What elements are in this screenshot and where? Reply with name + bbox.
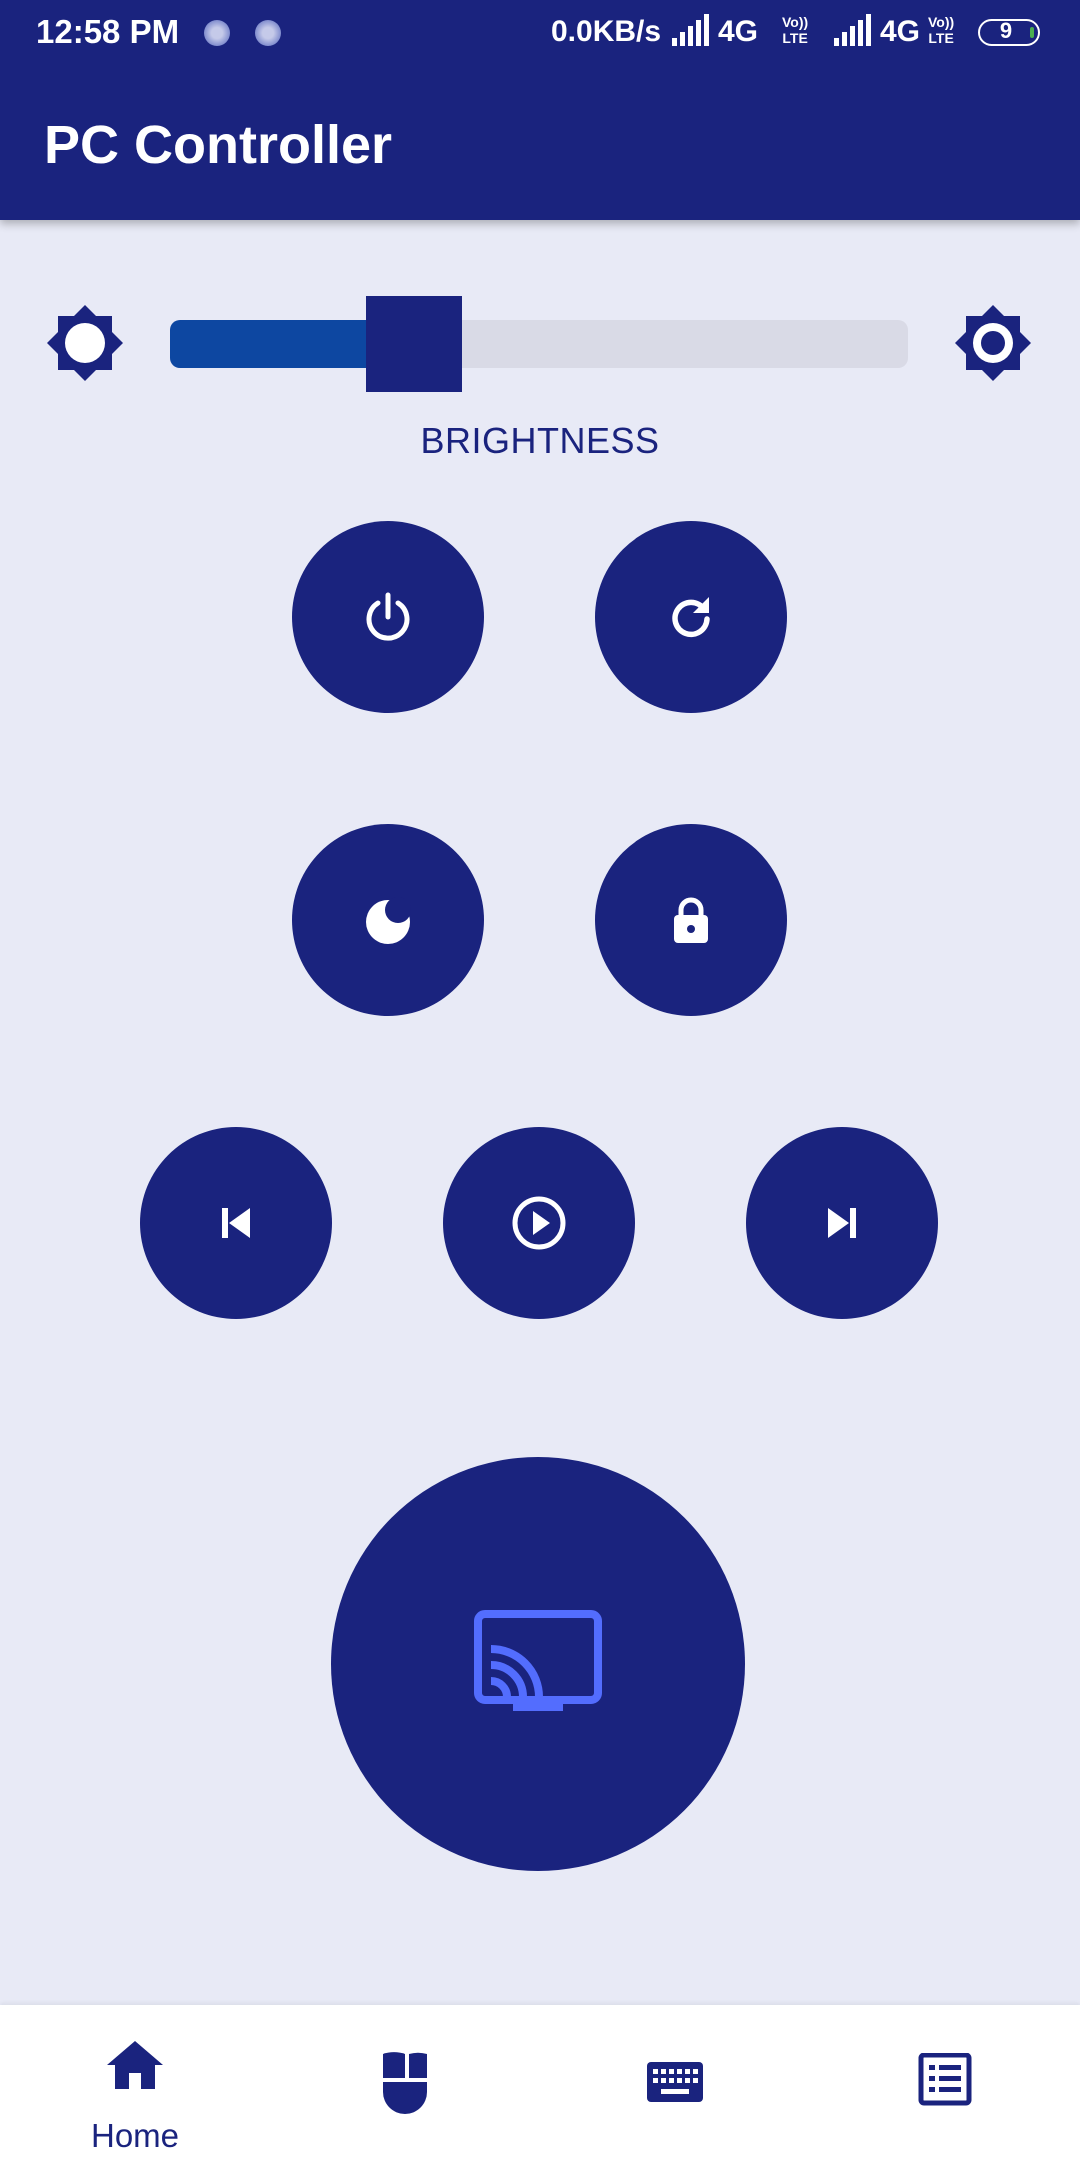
mouse-icon [383, 2052, 427, 2114]
sleep-moon-icon [366, 897, 411, 944]
nav-item-mouse[interactable] [270, 2005, 540, 2160]
power-icon [366, 592, 410, 641]
sleep-button[interactable] [292, 824, 484, 1016]
bottom-navigation: Home [0, 2005, 1080, 2160]
cast-screen-icon [474, 1610, 602, 1711]
previous-track-button[interactable] [140, 1127, 332, 1319]
lock-button[interactable] [595, 824, 787, 1016]
skip-previous-icon [222, 1208, 250, 1238]
app-bar: 12:58 PM 0.0KB/s 4G Vo)) LTE 4G Vo)) LTE 9… [0, 0, 1080, 220]
restart-icon [672, 597, 710, 638]
play-circle-icon [512, 1196, 566, 1250]
play-pause-button[interactable] [443, 1127, 635, 1319]
nav-item-home[interactable]: Home [0, 2005, 270, 2160]
home-icon [107, 2041, 163, 2089]
brightness-high-icon[interactable] [953, 303, 1033, 383]
brightness-slider[interactable] [170, 296, 908, 392]
volte-icon: Vo)) LTE [928, 14, 955, 46]
next-track-button[interactable] [746, 1127, 938, 1319]
signal-icon [834, 14, 871, 46]
network-type: 4G [880, 15, 921, 48]
restart-button[interactable] [595, 521, 787, 713]
nav-label-home: Home [90, 2117, 180, 2154]
skip-next-icon [828, 1208, 856, 1238]
signal-icon [672, 14, 709, 46]
power-button[interactable] [292, 521, 484, 713]
lock-icon [674, 897, 708, 943]
brightness-label: BRIGHTNESS [420, 420, 660, 461]
list-icon [918, 2053, 972, 2106]
cast-screen-button[interactable] [331, 1457, 745, 1871]
keyboard-icon [647, 2062, 703, 2102]
nav-item-list[interactable] [810, 2005, 1080, 2160]
network-type: 4G [718, 15, 759, 48]
brightness-low-icon[interactable] [45, 303, 125, 383]
data-rate: 0.0KB/s [551, 15, 662, 48]
volte-icon: Vo)) LTE [782, 14, 809, 46]
notification-icon [204, 20, 230, 46]
status-time: 12:58 PM [36, 13, 180, 50]
battery-icon: 9 [978, 18, 1040, 46]
status-bar: 12:58 PM 0.0KB/s 4G Vo)) LTE 4G Vo)) LTE 9 [0, 0, 1080, 66]
slider-thumb[interactable] [366, 296, 462, 392]
app-title: PC Controller [44, 115, 393, 175]
nav-item-keyboard[interactable] [540, 2005, 810, 2160]
notification-icon [255, 20, 281, 46]
